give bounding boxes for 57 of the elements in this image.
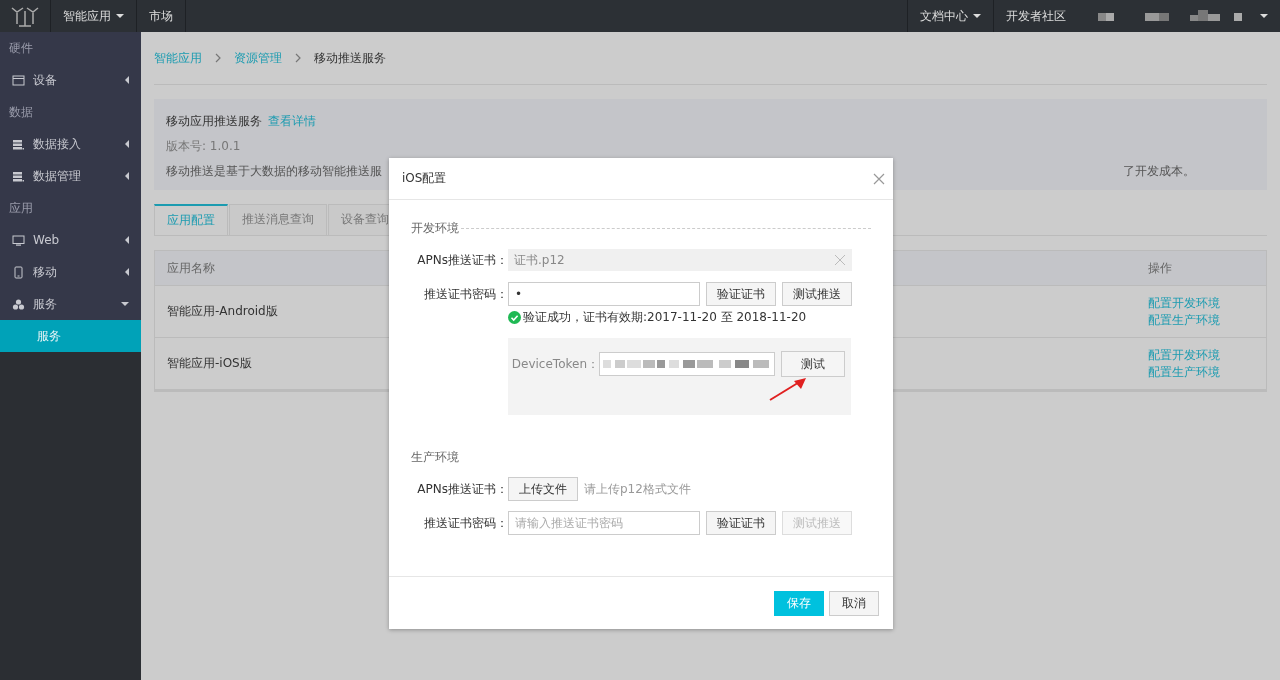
sidebar-item[interactable]: 移动 [0,256,141,288]
section-title: 生产环境 [411,448,459,466]
upload-button[interactable]: 上传文件 [508,477,578,501]
dialog-title: iOS配置 [402,170,447,187]
caret-icon [125,236,129,244]
breadcrumb-current: 移动推送服务 [314,49,386,67]
description-text: 移动推送是基于大数据的移动智能推送服 [166,163,382,180]
action-button[interactable]: 验证证书 [706,282,776,306]
sidebar-heading: 应用 [8,200,34,217]
service-title: 移动应用推送服务 [166,113,262,130]
nav-menu[interactable]: 开发者社区 [993,0,1078,32]
chevron-icon [214,53,222,63]
annotation-arrow [768,377,808,402]
server-icon [12,137,25,151]
section-title: 开发环境 [411,219,459,237]
close-icon[interactable] [873,172,885,185]
sidebar-item[interactable]: 服务 [0,288,141,320]
field-label: APNs推送证书： [416,480,508,498]
caret-icon [121,302,129,306]
sidebar-item[interactable]: 数据接入 [0,128,141,160]
password-field[interactable]: 请输入推送证书密码 [508,511,700,535]
sidebar-item[interactable]: Web [0,224,141,256]
password-field[interactable]: • [508,282,700,306]
version-text: 版本号: 1.0.1 [166,138,242,155]
cancel-button[interactable]: 取消 [829,590,879,616]
hint-text: 请上传p12格式文件 [584,480,691,498]
sidebar-heading: 数据 [8,104,34,121]
description-text: 了开发成本。 [1123,163,1195,180]
field-label: APNs推送证书： [416,251,508,269]
status-message: 验证成功，证书有效期:2017-11-20 至 2018-11-20 [523,309,807,326]
circles-icon [12,297,25,311]
nav-menu[interactable]: 文档中心 [907,0,993,32]
test-button[interactable]: 测试 [781,351,845,377]
caret-icon[interactable] [1260,14,1268,18]
phone-icon [12,265,25,279]
action-button[interactable]: 验证证书 [706,511,776,535]
window-icon [12,73,25,87]
caret-icon [125,172,129,180]
field-label: 推送证书密码： [423,514,508,532]
logo-icon [9,4,41,28]
action-button[interactable]: 测试推送 [782,282,852,306]
field-label: 推送证书密码： [423,285,508,303]
column-header: 操作 [1147,259,1172,277]
caret-icon [125,76,129,84]
sidebar-item[interactable]: 设备 [0,64,141,96]
chevron-icon [294,53,302,63]
sidebar-heading: 硬件 [8,40,34,57]
caret-icon [125,268,129,276]
sidebar-item[interactable]: 数据管理 [0,160,141,192]
server-icon [12,169,25,183]
table-cell: 智能应用-Android版 [167,303,278,320]
caret-icon [125,140,129,148]
column-header: 应用名称 [166,259,215,277]
monitor-icon [12,233,25,247]
clear-icon [834,254,846,266]
field-label: DeviceToken： [510,355,599,373]
table-cell: 智能应用-iOS版 [167,355,252,372]
